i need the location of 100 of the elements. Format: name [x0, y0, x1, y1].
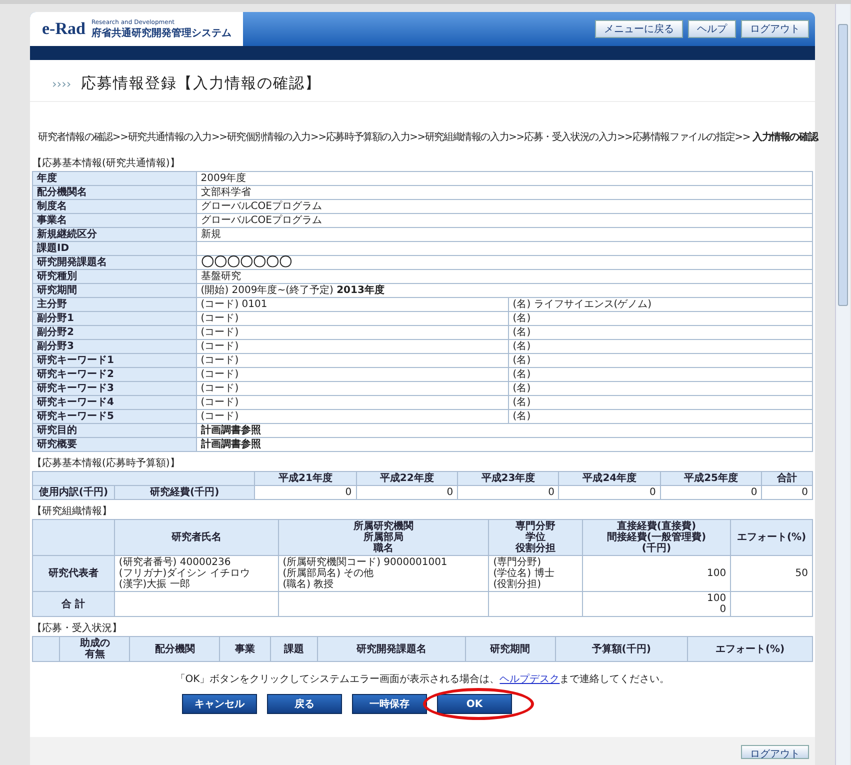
- column-header: 直接経費(直接費) 間接経費(一般管理費) (千円): [582, 520, 731, 556]
- table-cell: (名): [508, 340, 812, 354]
- column-header: 配分機関: [130, 636, 220, 662]
- title-prefix: ››››: [52, 76, 72, 90]
- section-heading: 【応募・受入状況】: [32, 622, 123, 635]
- row-label: 合 計: [32, 592, 114, 616]
- column-header: 専門分野 学位 役割分担: [488, 520, 582, 556]
- row-label: 研究経費(千円): [114, 486, 255, 500]
- row-label: 副分野1: [32, 312, 196, 326]
- table-cell: (コード): [196, 410, 508, 424]
- scrollbar[interactable]: [835, 4, 850, 765]
- row-label: 研究キーワード5: [32, 410, 196, 424]
- table-cell: 0: [458, 486, 559, 500]
- row-label: 主分野: [32, 298, 196, 312]
- action-button[interactable]: 一時保存: [352, 694, 427, 714]
- logout-button[interactable]: ログアウト: [741, 745, 809, 759]
- table-cell: 100 0: [582, 592, 731, 616]
- table-cell: 0: [558, 486, 660, 500]
- row-label: 研究期間: [32, 284, 196, 298]
- action-button[interactable]: OK: [437, 694, 512, 714]
- row-label: 研究キーワード1: [32, 354, 196, 368]
- nav-button[interactable]: メニューに戻る: [595, 20, 683, 38]
- row-label: 配分機関名: [32, 186, 196, 200]
- scrollbar-thumb[interactable]: [838, 24, 848, 306]
- table-cell: 2009年度: [196, 172, 812, 186]
- row-label: 研究キーワード3: [32, 382, 196, 396]
- section-heading: 【研究組織情報】: [32, 504, 113, 518]
- row-label: 事業名: [32, 214, 196, 228]
- column-header: 平成22年度: [356, 472, 458, 486]
- table-cell: (専門分野) (学位名) 博士 (役割分担): [488, 556, 582, 592]
- table-cell: (コード): [196, 312, 508, 326]
- nav-button[interactable]: ヘルプ: [688, 20, 736, 38]
- row-label: 研究キーワード4: [32, 396, 196, 410]
- row-label: 研究開発課題名: [32, 256, 196, 270]
- row-label: 研究キーワード2: [32, 368, 196, 382]
- table-cell: 計画調書参照: [196, 424, 812, 438]
- row-label: 年度: [32, 172, 196, 186]
- table-cell: (コード): [196, 340, 508, 354]
- table-cell: 100: [582, 556, 731, 592]
- column-header: 事業: [220, 636, 270, 662]
- column-header: 助成の 有無: [60, 636, 130, 662]
- column-header: エフォート(%): [688, 636, 812, 662]
- helpdesk-link[interactable]: ヘルプデスク: [500, 674, 560, 685]
- page-title: 応募情報登録【入力情報の確認】: [81, 74, 322, 93]
- table-cell: (名): [508, 354, 812, 368]
- header-cell: [32, 636, 60, 662]
- row-label: 副分野3: [32, 340, 196, 354]
- column-header: 研究者氏名: [114, 520, 278, 556]
- table-cell: 新規: [196, 228, 812, 242]
- logo-mark: e-Rad: [42, 19, 86, 39]
- table-cell: (名): [508, 368, 812, 382]
- table-cell: 文部科学省: [196, 186, 812, 200]
- table-cell: (名): [508, 326, 812, 340]
- column-header: エフォート(%): [730, 520, 812, 556]
- table-cell: 計画調書参照: [196, 438, 812, 452]
- logo-name: 府省共通研究開発管理システム: [91, 26, 232, 40]
- table-cell: グローバルCOEプログラム: [196, 200, 812, 214]
- column-header: 所属研究機関 所属部局 職名: [278, 520, 489, 556]
- row-label: 研究概要: [32, 438, 196, 452]
- table-cell: (コード): [196, 396, 508, 410]
- table-cell: (コード): [196, 326, 508, 340]
- row-label: 研究目的: [32, 424, 196, 438]
- help-note: 「OK」ボタンをクリックしてシステムエラー画面が表示される場合は、ヘルプデスク まで連絡してください。: [174, 672, 671, 686]
- table-cell: 0: [762, 486, 812, 500]
- table-cell: (名): [508, 382, 812, 396]
- table-cell: 0: [356, 486, 458, 500]
- row-label: 副分野2: [32, 326, 196, 340]
- table-cell: (名): [508, 396, 812, 410]
- table-cell: (コード): [196, 354, 508, 368]
- breadcrumb: 研究者情報の確認>>研究共通情報の入力>>研究個別情報の入力>>応募時予算額の入力>>研究組織情報の入力>>応募・受入状況の入力>>応募情報ファイルの指定>> 入力情報の確認: [38, 132, 818, 143]
- table-cell: 〇〇〇〇〇〇〇: [196, 256, 812, 270]
- section-heading: 【応募基本情報(応募時予算額)】: [32, 456, 181, 470]
- table-cell: (所属研究機関コード) 9000001001 (所属部局名) その他 (職名) 教授: [278, 556, 489, 592]
- column-header: 平成21年度: [254, 472, 356, 486]
- column-header: 合計: [762, 472, 812, 486]
- table-cell: (研究者番号) 40000236 (フリガナ)ダイシン イチロウ (漢字)大振 一郎: [114, 556, 278, 592]
- column-header: 研究開発課題名: [317, 636, 466, 662]
- table-cell: (コード): [196, 368, 508, 382]
- column-header: 課題: [270, 636, 318, 662]
- column-header: 平成23年度: [458, 472, 559, 486]
- table-cell: (名): [508, 312, 812, 326]
- table-cell: (名): [508, 410, 812, 424]
- table-cell: (コード) 0101: [196, 298, 508, 312]
- table-cell: 0: [660, 486, 762, 500]
- row-label: 研究種別: [32, 270, 196, 284]
- row-label: 制度名: [32, 200, 196, 214]
- row-label: 新規継続区分: [32, 228, 196, 242]
- table-cell: 50: [730, 556, 812, 592]
- action-button[interactable]: キャンセル: [182, 694, 257, 714]
- nav-button[interactable]: ログアウト: [741, 20, 809, 38]
- table-cell: 0: [254, 486, 356, 500]
- column-header: 予算額(千円): [555, 636, 688, 662]
- action-button[interactable]: 戻る: [267, 694, 342, 714]
- column-header: 研究期間: [465, 636, 556, 662]
- column-header: 平成24年度: [558, 472, 660, 486]
- row-label: 使用内訳(千円): [32, 486, 114, 500]
- table-cell: (コード): [196, 382, 508, 396]
- table-cell: (名) ライフサイエンス(ゲノム): [508, 298, 812, 312]
- section-heading: 【応募基本情報(研究共通情報)】: [32, 156, 181, 170]
- column-header: 平成25年度: [660, 472, 762, 486]
